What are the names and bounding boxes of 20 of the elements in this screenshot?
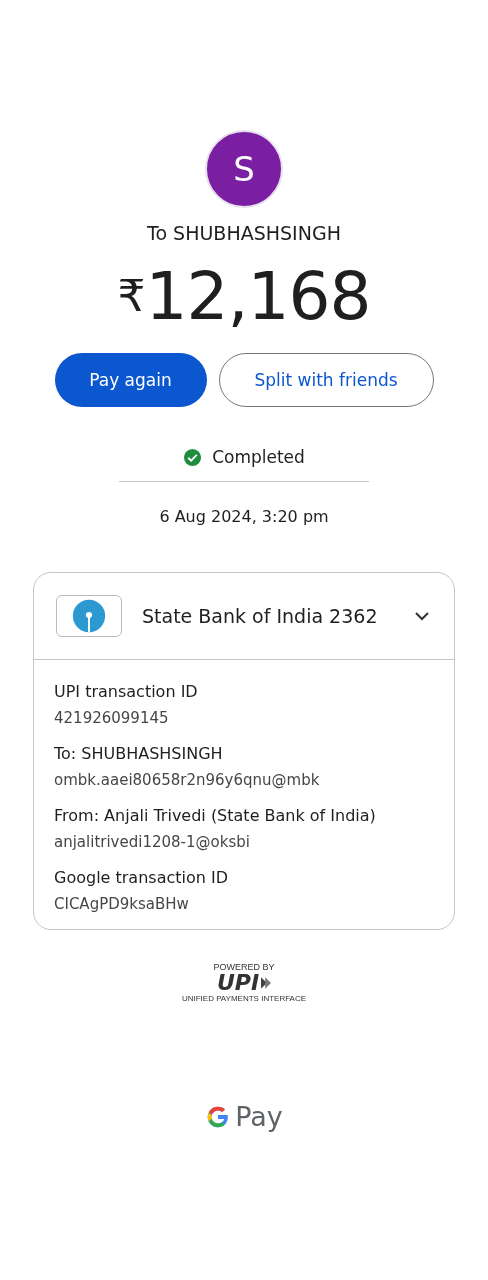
detail-value: ombk.aaei80658r2n96y6qnu@mbk: [54, 771, 321, 789]
detail-label: To: SHUBHASHSINGH: [54, 744, 224, 763]
currency-symbol: ₹: [117, 270, 146, 321]
bank-account: State Bank of India 2362: [142, 605, 379, 627]
upi-logo: POWERED BY UPI UNIFIED PAYMENTS INTERFACE: [181, 962, 307, 1003]
pay-again-button[interactable]: Pay again: [54, 353, 207, 407]
split-button[interactable]: Split with friends: [218, 353, 434, 407]
detail-value: CICAgPD9ksaBHw: [54, 895, 190, 913]
transaction-date: 6 Aug 2024, 3:20 pm: [159, 507, 329, 526]
detail-label: Google transaction ID: [54, 868, 229, 887]
detail-value: anjalitrivedi1208-1@oksbi: [54, 833, 251, 851]
detail-label: UPI transaction ID: [54, 682, 199, 701]
pay-wordmark: Pay: [235, 1101, 283, 1132]
avatar: S: [205, 130, 283, 208]
detail-value: 421926099145: [54, 709, 170, 727]
bank-logo: [56, 595, 122, 637]
amount: 12,168: [145, 258, 371, 335]
detail-label: From: Anjali Trivedi (State Bank of India): [54, 806, 377, 825]
status-label: Completed: [212, 447, 305, 467]
payee-name: To SHUBHASHSINGH: [147, 222, 341, 244]
